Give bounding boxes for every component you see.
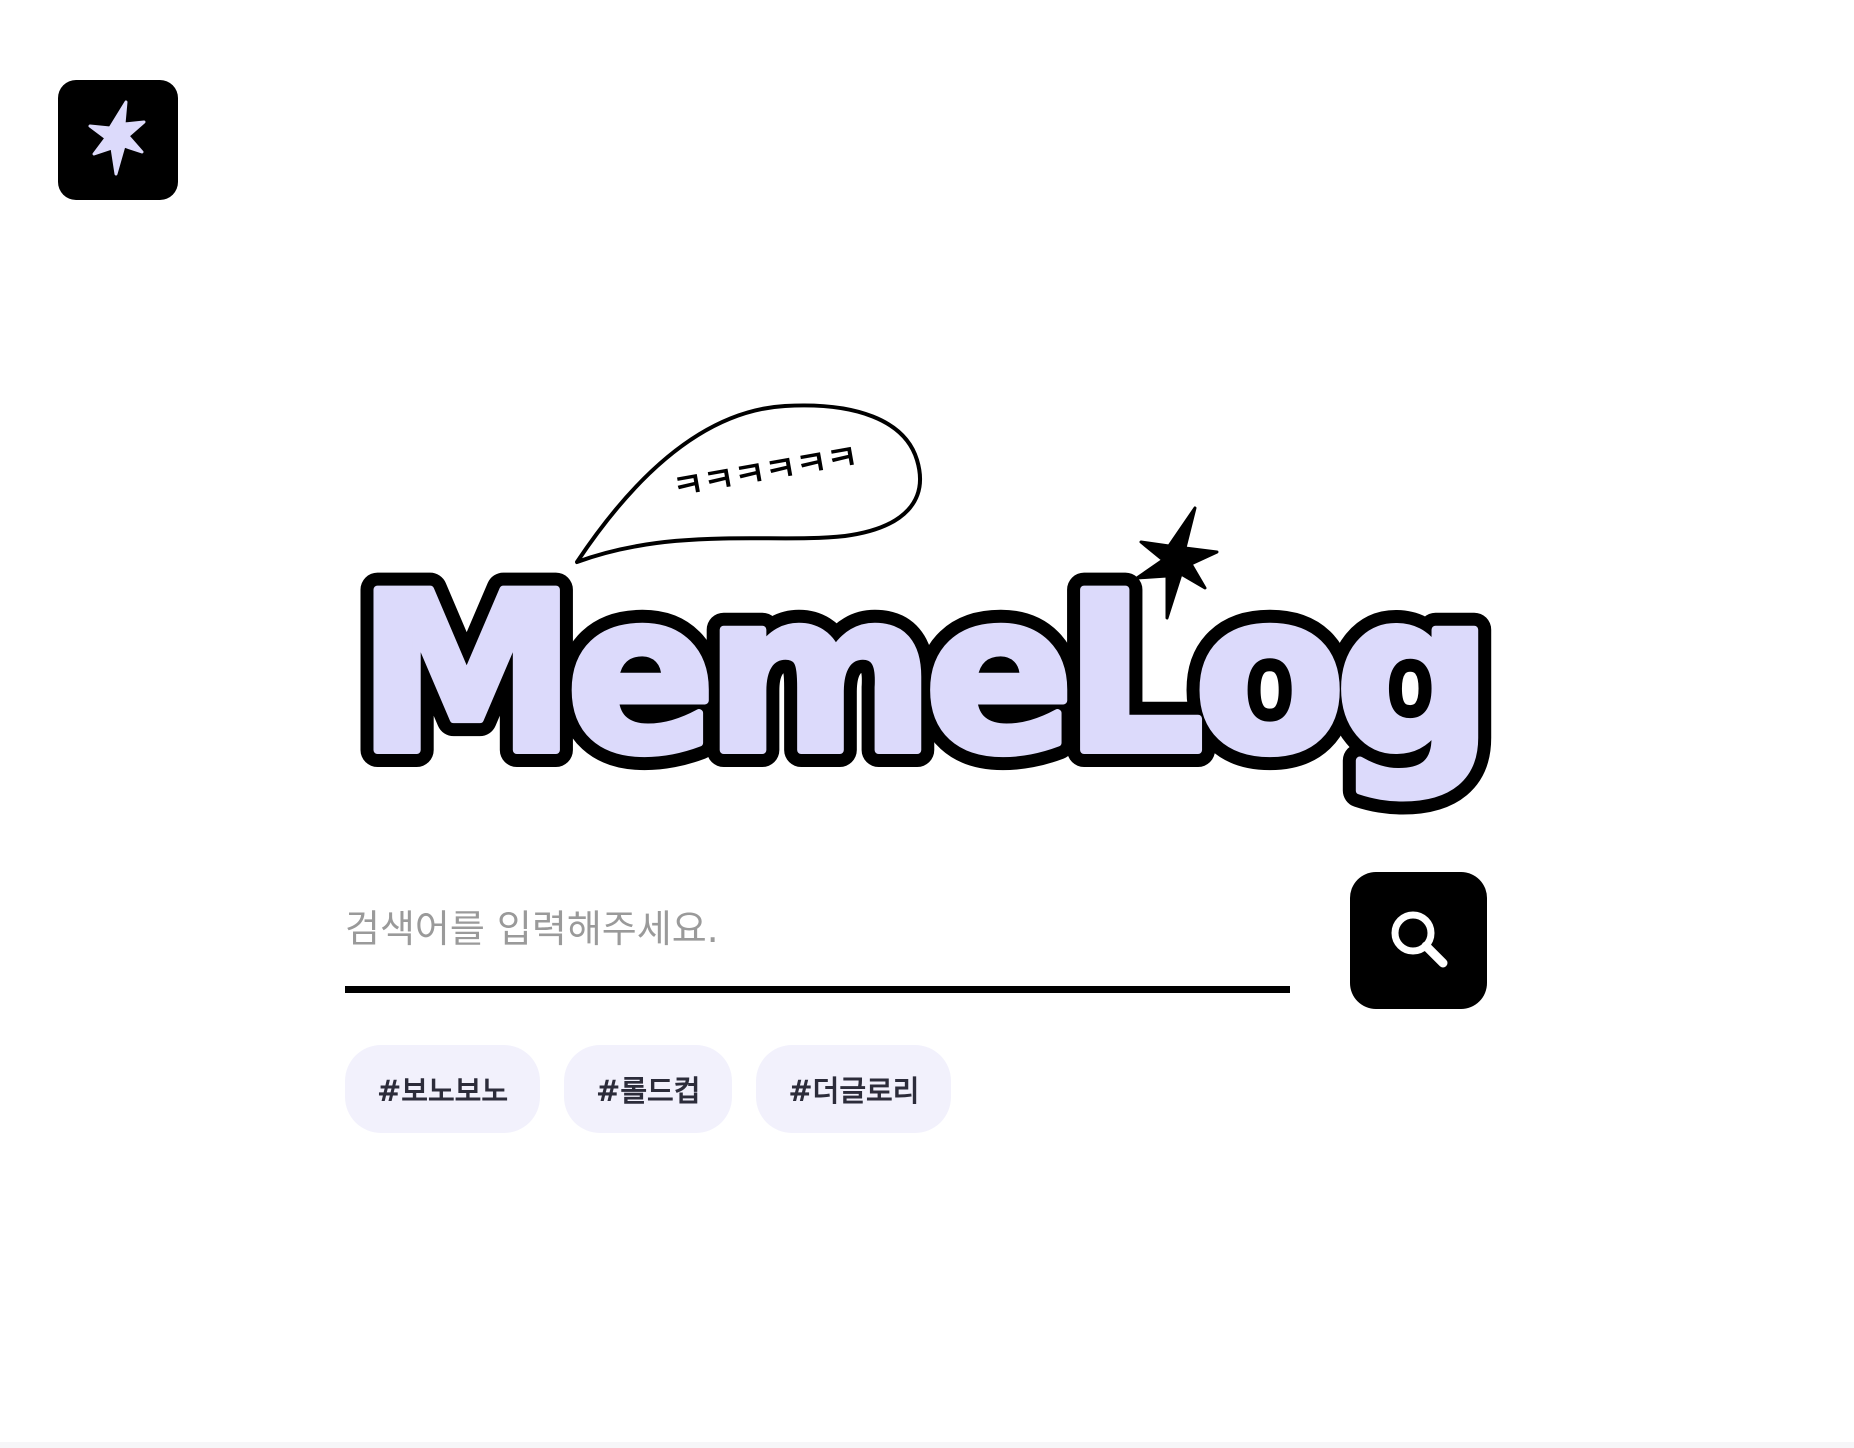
bottom-divider (0, 1442, 1854, 1448)
speech-bubble: ㅋㅋㅋㅋㅋㅋ (575, 403, 922, 564)
popular-tags: #보노보노 #롤드컵 #더글로리 (345, 1045, 952, 1133)
search-button[interactable] (1350, 872, 1487, 1009)
search-icon (1387, 907, 1451, 974)
home-logo-button[interactable] (58, 80, 178, 200)
tag-chip[interactable]: #롤드컵 (564, 1045, 733, 1133)
search-input[interactable] (345, 872, 1290, 993)
logo-text-fill: MemeLog (357, 546, 1482, 802)
search-bar (345, 872, 1487, 1009)
tag-chip[interactable]: #더글로리 (756, 1045, 952, 1133)
tag-chip[interactable]: #보노보노 (345, 1045, 541, 1133)
memelog-logo: ㅋㅋㅋㅋㅋㅋ MemeLog MemeLog (340, 400, 1510, 820)
sparkle-star-icon (86, 100, 150, 180)
